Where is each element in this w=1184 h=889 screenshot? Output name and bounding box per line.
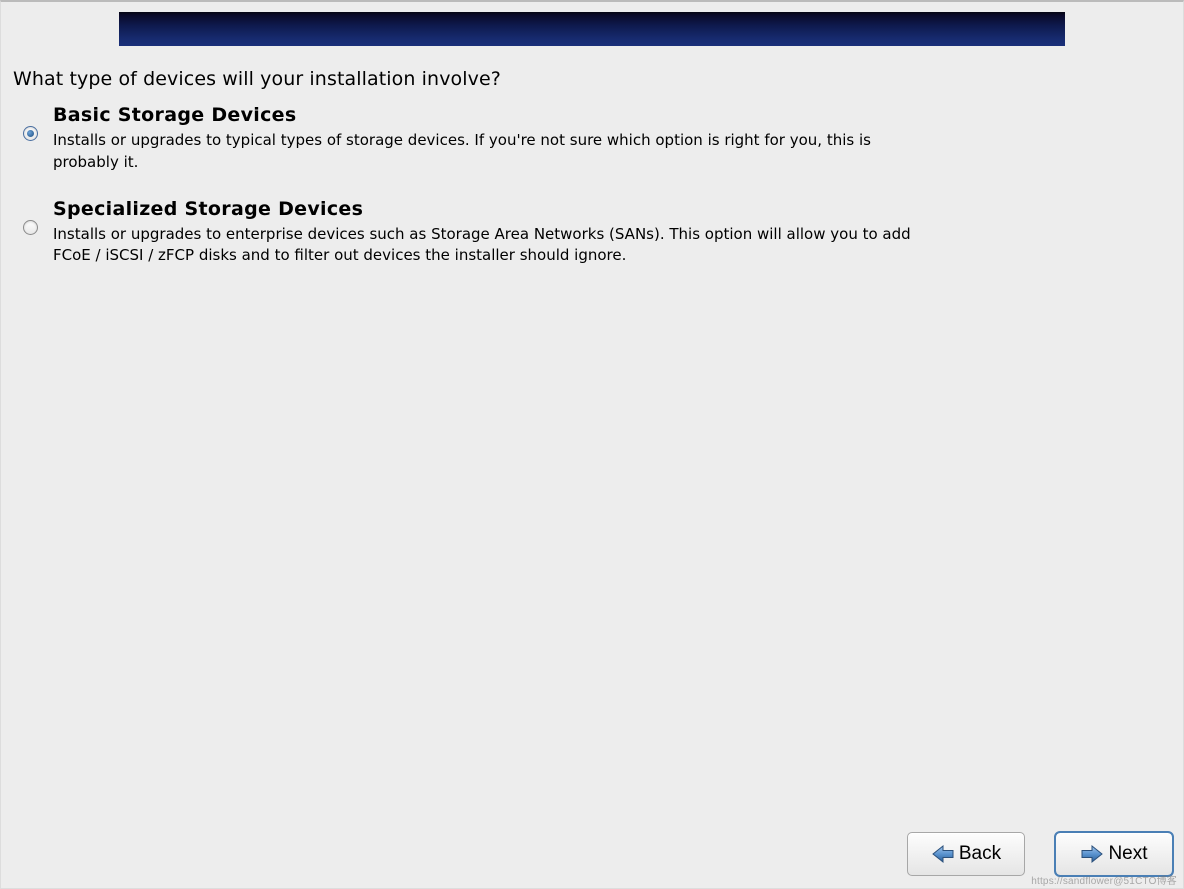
page-title: What type of devices will your installat…: [13, 68, 1183, 90]
radio-basic-storage[interactable]: [23, 126, 38, 141]
installer-banner: [119, 12, 1065, 46]
radio-wrap: [13, 198, 47, 235]
next-button-label: Next: [1108, 843, 1147, 865]
radio-wrap: [13, 104, 47, 141]
storage-options-group: Basic Storage Devices Installs or upgrad…: [13, 104, 1183, 267]
option-text: Specialized Storage Devices Installs or …: [47, 198, 953, 268]
option-title-basic: Basic Storage Devices: [53, 104, 953, 126]
next-arrow-icon: [1080, 843, 1104, 865]
option-specialized-storage[interactable]: Specialized Storage Devices Installs or …: [13, 198, 953, 268]
option-basic-storage[interactable]: Basic Storage Devices Installs or upgrad…: [13, 104, 953, 174]
navigation-footer: Back Next: [907, 832, 1173, 876]
back-button-label: Back: [959, 843, 1001, 865]
back-button[interactable]: Back: [907, 832, 1025, 876]
radio-specialized-storage[interactable]: [23, 220, 38, 235]
next-button[interactable]: Next: [1055, 832, 1173, 876]
option-text: Basic Storage Devices Installs or upgrad…: [47, 104, 953, 174]
option-title-specialized: Specialized Storage Devices: [53, 198, 953, 220]
option-desc-specialized: Installs or upgrades to enterprise devic…: [53, 224, 933, 268]
option-desc-basic: Installs or upgrades to typical types of…: [53, 130, 933, 174]
back-arrow-icon: [931, 843, 955, 865]
